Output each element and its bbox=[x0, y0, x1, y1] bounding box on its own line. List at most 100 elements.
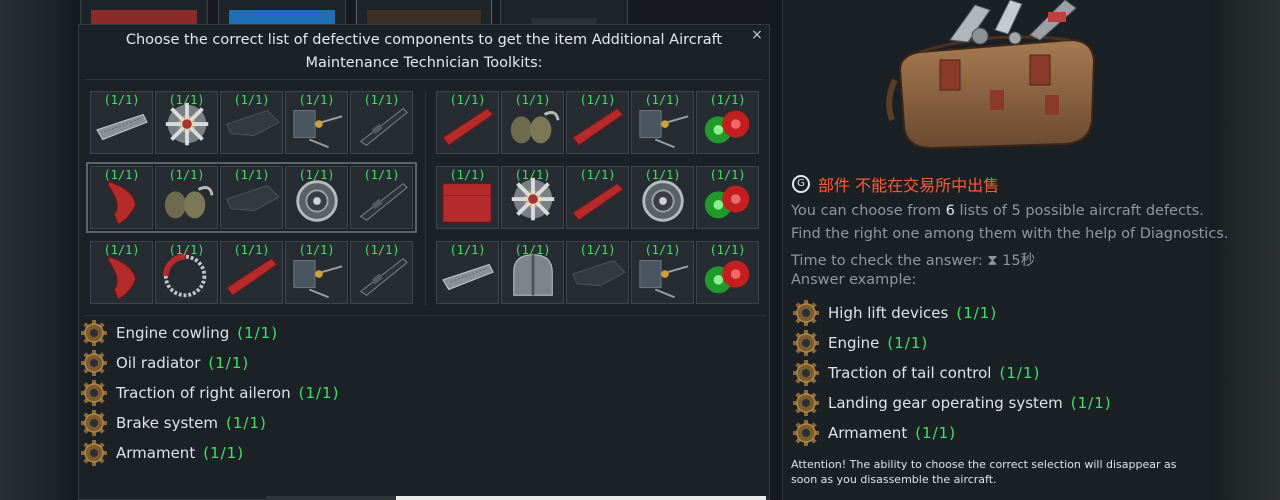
red-aileron-icon[interactable]: (1/1) bbox=[566, 166, 629, 229]
right-defect-list-1[interactable]: (1/1) (1/1) (1/1) (1/1) (1/1) bbox=[436, 91, 759, 154]
item-card-1[interactable] bbox=[80, 0, 208, 25]
part-count: (1/1) bbox=[449, 243, 486, 257]
background-left bbox=[0, 0, 80, 500]
toolkit-bag-image bbox=[886, 0, 1096, 150]
aileron-ring-icon[interactable]: (1/1) bbox=[155, 241, 218, 304]
gear-icon bbox=[81, 440, 107, 466]
part-count: (1/1) bbox=[709, 93, 746, 107]
component-item: Engine (1/1) bbox=[792, 328, 928, 358]
part-count: (1/1) bbox=[514, 93, 551, 107]
brake-drum-icon[interactable]: (1/1) bbox=[285, 166, 348, 229]
wing-panel-icon[interactable]: (1/1) bbox=[220, 91, 283, 154]
gear-icon bbox=[793, 390, 819, 416]
component-count: (1/1) bbox=[915, 424, 957, 442]
description-line-1: You can choose from 6 lists of 5 possibl… bbox=[791, 203, 1204, 219]
radial-engine-icon[interactable]: (1/1) bbox=[501, 166, 564, 229]
gear-icon bbox=[793, 300, 819, 326]
component-item: Brake system (1/1) bbox=[80, 408, 267, 438]
gear-icon bbox=[81, 410, 107, 436]
attention-note: Attention! The ability to choose the cor… bbox=[791, 458, 1177, 486]
red-flap-icon[interactable]: (1/1) bbox=[90, 166, 153, 229]
component-count: (1/1) bbox=[1070, 394, 1112, 412]
part-count: (1/1) bbox=[363, 168, 400, 182]
part-count: (1/1) bbox=[449, 93, 486, 107]
part-count: (1/1) bbox=[168, 168, 205, 182]
part-count: (1/1) bbox=[298, 93, 335, 107]
marketplace-icon: G bbox=[792, 175, 810, 193]
item-card-2[interactable] bbox=[218, 0, 346, 25]
component-item: Engine cowling (1/1) bbox=[80, 318, 278, 348]
description-text: Time to check the answer: bbox=[791, 253, 988, 269]
part-count: (1/1) bbox=[579, 243, 616, 257]
red-flap-icon[interactable]: (1/1) bbox=[90, 241, 153, 304]
metal-sheet-icon[interactable]: (1/1) bbox=[90, 91, 153, 154]
gear-icon bbox=[793, 420, 819, 446]
right-defect-list-3[interactable]: (1/1) (1/1) (1/1) (1/1) (1/1) bbox=[436, 241, 759, 304]
part-count: (1/1) bbox=[233, 243, 270, 257]
item-card-4[interactable] bbox=[500, 0, 628, 25]
description-text: You can choose from bbox=[791, 203, 946, 219]
red-aileron-icon[interactable]: (1/1) bbox=[436, 91, 499, 154]
part-count: (1/1) bbox=[103, 168, 140, 182]
red-aileron-icon[interactable]: (1/1) bbox=[220, 241, 283, 304]
tail-control-icon[interactable]: (1/1) bbox=[631, 91, 694, 154]
tail-control-icon[interactable]: (1/1) bbox=[631, 241, 694, 304]
oil-radiator-icon[interactable]: (1/1) bbox=[501, 91, 564, 154]
description-line-3: Time to check the answer: ⧗ 15秒 bbox=[791, 249, 1035, 270]
left-defect-list-2[interactable]: (1/1) (1/1) (1/1) (1/1) (1/1) bbox=[86, 162, 417, 233]
cowling-icon[interactable]: (1/1) bbox=[501, 241, 564, 304]
popup-title: Choose the correct list of defective com… bbox=[125, 32, 723, 71]
part-count: (1/1) bbox=[363, 93, 400, 107]
component-item: Armament (1/1) bbox=[792, 418, 956, 448]
oil-radiator-icon[interactable]: (1/1) bbox=[155, 166, 218, 229]
component-count: (1/1) bbox=[237, 324, 279, 342]
part-count: (1/1) bbox=[709, 168, 746, 182]
red-panel-icon[interactable]: (1/1) bbox=[436, 166, 499, 229]
left-defect-list-1[interactable]: (1/1) (1/1) (1/1) (1/1) (1/1) bbox=[90, 91, 413, 154]
grid-divider bbox=[425, 90, 426, 305]
gun-icon[interactable]: (1/1) bbox=[350, 166, 413, 229]
tail-control-icon[interactable]: (1/1) bbox=[285, 241, 348, 304]
list-count: 6 bbox=[945, 203, 955, 219]
component-item: Oil radiator (1/1) bbox=[80, 348, 249, 378]
part-count: (1/1) bbox=[579, 168, 616, 182]
part-count: (1/1) bbox=[103, 93, 140, 107]
gear-icon bbox=[81, 350, 107, 376]
component-name: Engine bbox=[828, 334, 880, 352]
nav-lights-icon[interactable]: (1/1) bbox=[696, 241, 759, 304]
gun-icon[interactable]: (1/1) bbox=[350, 91, 413, 154]
nav-lights-icon[interactable]: (1/1) bbox=[696, 166, 759, 229]
gun-icon[interactable]: (1/1) bbox=[350, 241, 413, 304]
nav-lights-icon[interactable]: (1/1) bbox=[696, 91, 759, 154]
description-text: lists of 5 possible aircraft defects. bbox=[954, 203, 1204, 219]
divider bbox=[84, 315, 766, 316]
component-count: (1/1) bbox=[208, 354, 250, 372]
part-count: (1/1) bbox=[644, 168, 681, 182]
right-defect-list-2[interactable]: (1/1) (1/1) (1/1) (1/1) (1/1) bbox=[436, 166, 759, 229]
gear-icon bbox=[81, 380, 107, 406]
component-count: (1/1) bbox=[999, 364, 1041, 382]
gear-icon bbox=[793, 330, 819, 356]
component-name: Armament bbox=[828, 424, 908, 442]
close-icon[interactable]: × bbox=[749, 27, 765, 43]
part-count: (1/1) bbox=[298, 243, 335, 257]
tail-control-icon[interactable]: (1/1) bbox=[285, 91, 348, 154]
item-card-3[interactable] bbox=[356, 0, 492, 25]
radial-engine-icon[interactable]: (1/1) bbox=[155, 91, 218, 154]
wing-panel-icon[interactable]: (1/1) bbox=[566, 241, 629, 304]
metal-sheet-icon[interactable]: (1/1) bbox=[436, 241, 499, 304]
wing-panel-icon[interactable]: (1/1) bbox=[220, 166, 283, 229]
red-aileron-icon[interactable]: (1/1) bbox=[566, 91, 629, 154]
background-right bbox=[1210, 0, 1280, 500]
part-count: (1/1) bbox=[644, 243, 681, 257]
brake-drum-icon[interactable]: (1/1) bbox=[631, 166, 694, 229]
component-name: Traction of tail control bbox=[828, 364, 992, 382]
divider bbox=[85, 79, 763, 80]
scrollbar-thumb[interactable] bbox=[396, 496, 766, 500]
part-count: (1/1) bbox=[298, 168, 335, 182]
part-count: (1/1) bbox=[514, 243, 551, 257]
component-count: (1/1) bbox=[203, 444, 245, 462]
marketplace-restriction-text: 部件 不能在交易所中出售 bbox=[818, 176, 1000, 195]
left-defect-list-3[interactable]: (1/1) (1/1) (1/1) (1/1) (1/1) bbox=[90, 241, 413, 304]
part-count: (1/1) bbox=[363, 243, 400, 257]
